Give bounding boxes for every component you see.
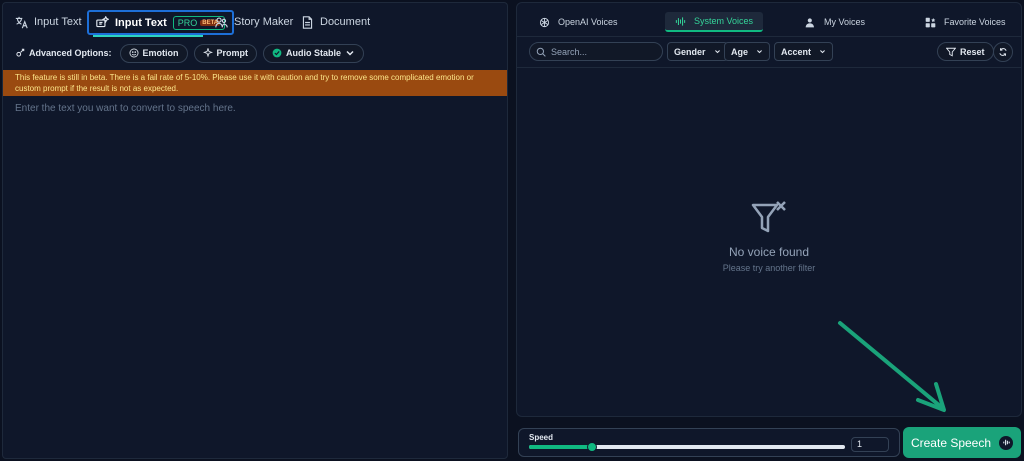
waveform-icon xyxy=(675,16,686,26)
speed-label: Speed xyxy=(529,433,554,442)
chevron-down-icon xyxy=(346,50,354,56)
tab-story-maker[interactable]: Story Maker xyxy=(215,9,293,35)
tab-input-text[interactable]: Input Text xyxy=(15,9,82,35)
emotion-button[interactable]: Emotion xyxy=(119,43,188,63)
search-icon xyxy=(536,47,546,57)
create-speech-label: Create Speech xyxy=(910,435,992,450)
settings-icon xyxy=(16,48,25,57)
prompt-label: Prompt xyxy=(216,48,249,58)
search-input[interactable] xyxy=(551,46,661,57)
input-tabs: Input Text Input Text PRO BETA Story Mak… xyxy=(3,3,507,39)
emotion-icon xyxy=(129,48,139,58)
sparkle-icon xyxy=(202,48,213,58)
document-icon xyxy=(302,15,313,29)
favorite-icon xyxy=(925,17,936,27)
emotion-label: Emotion xyxy=(142,48,179,58)
tab-input-text-pro[interactable]: Input Text PRO BETA xyxy=(87,10,235,35)
advanced-options-text: Advanced Options: xyxy=(29,48,112,58)
text-input-panel: Input Text Input Text PRO BETA Story Mak… xyxy=(2,2,508,459)
filter-off-icon xyxy=(751,201,786,233)
tab-favorite-voices[interactable]: Favorite Voices xyxy=(925,12,1006,32)
tab-label: Input Text xyxy=(34,16,82,28)
tab-system-voices[interactable]: System Voices xyxy=(665,12,764,32)
empty-subtitle: Please try another filter xyxy=(722,263,816,273)
accent-filter[interactable]: Accent xyxy=(774,42,834,61)
age-filter[interactable]: Age xyxy=(724,42,771,61)
age-label: Age xyxy=(731,46,749,57)
speed-slider-fill xyxy=(529,445,593,449)
user-voice-icon xyxy=(805,17,814,27)
empty-title: No voice found xyxy=(728,245,810,259)
check-circle-icon xyxy=(272,48,282,58)
tab-label: My Voices xyxy=(824,17,866,27)
reset-label: Reset xyxy=(960,46,985,57)
tab-label: Favorite Voices xyxy=(944,17,1006,27)
speed-slider[interactable] xyxy=(529,442,845,452)
accent-label: Accent xyxy=(781,46,812,57)
speed-slider-thumb[interactable] xyxy=(587,442,598,452)
tab-label: System Voices xyxy=(694,16,754,26)
gender-label: Gender xyxy=(674,46,706,57)
beta-warning-banner: This feature is still in beta. There is … xyxy=(3,70,507,96)
tab-openai-voices[interactable]: OpenAI Voices xyxy=(539,12,618,32)
tab-label: Story Maker xyxy=(234,16,294,28)
speed-value-input[interactable]: 1 xyxy=(851,437,889,452)
speed-control: Speed 1 xyxy=(518,428,900,457)
people-icon xyxy=(215,16,228,27)
filter-icon xyxy=(946,47,956,57)
text-input-field[interactable] xyxy=(15,103,495,433)
prompt-button[interactable]: Prompt xyxy=(193,43,258,63)
translate-icon xyxy=(15,16,28,28)
voice-selector-panel: OpenAI Voices System Voices My Voices Fa… xyxy=(516,2,1022,417)
filters-divider xyxy=(517,67,1021,68)
chevron-down-icon xyxy=(714,50,720,54)
tab-label: OpenAI Voices xyxy=(558,17,618,27)
audio-stable-label: Audio Stable xyxy=(286,48,342,58)
audio-stable-dropdown[interactable]: Audio Stable xyxy=(263,43,365,63)
tabs-divider xyxy=(517,36,1021,37)
tab-label: Document xyxy=(320,16,371,28)
create-speech-button[interactable]: Create Speech xyxy=(903,427,1021,458)
advanced-options-label: Advanced Options: xyxy=(15,48,112,58)
advanced-options-row: Advanced Options: Emotion Prompt Audio S… xyxy=(15,43,365,63)
refresh-button[interactable] xyxy=(993,42,1013,62)
active-tab-indicator xyxy=(93,35,203,37)
reset-button[interactable]: Reset xyxy=(937,42,994,61)
voice-filters: Gender Age Accent Reset xyxy=(529,41,1013,63)
gender-filter[interactable]: Gender xyxy=(667,42,728,61)
magic-text-icon xyxy=(96,16,109,28)
chevron-down-icon xyxy=(820,50,825,54)
tab-document[interactable]: Document xyxy=(301,9,370,35)
tab-label: Input Text xyxy=(115,16,167,29)
chevron-down-icon xyxy=(757,50,762,54)
tab-my-voices[interactable]: My Voices xyxy=(805,12,865,32)
refresh-icon xyxy=(999,48,1007,56)
openai-icon xyxy=(539,17,550,27)
pro-badge-label: PRO xyxy=(177,17,198,28)
empty-state: No voice found Please try another filter xyxy=(517,198,1021,273)
search-box[interactable] xyxy=(529,42,663,61)
voice-wave-icon xyxy=(999,435,1014,450)
